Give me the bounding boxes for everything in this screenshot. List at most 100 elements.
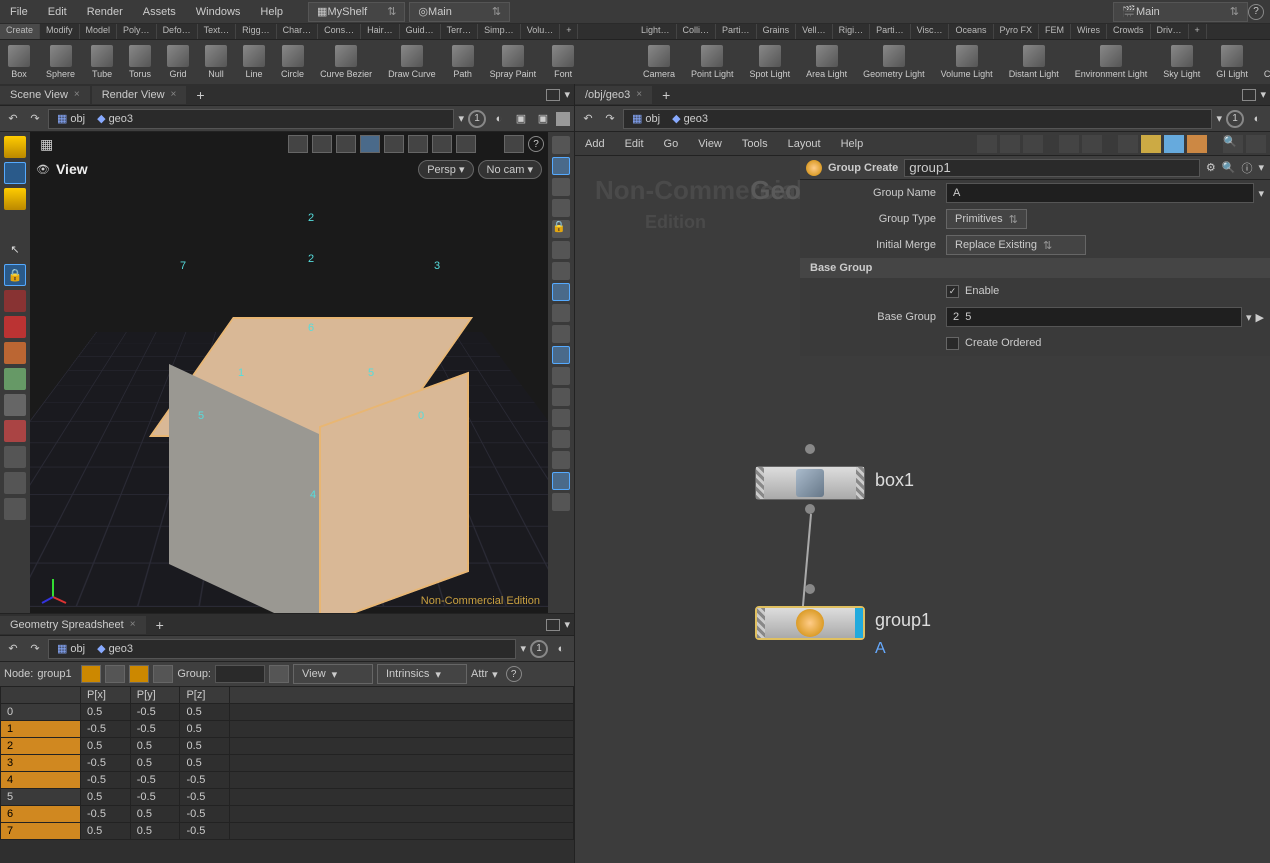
shelf-tool-torus[interactable]: Torus [121, 40, 159, 84]
axis-gizmo[interactable] [38, 575, 68, 605]
nm-btn-3[interactable] [1023, 135, 1043, 153]
shelf-tab[interactable]: Simp… [478, 24, 521, 39]
shelf-tab[interactable]: Poly… [117, 24, 157, 39]
close-icon[interactable]: × [74, 89, 80, 100]
vpr-4[interactable] [552, 199, 570, 217]
lock-tool[interactable]: 🔒 [4, 264, 26, 286]
ss-detail-mode[interactable] [153, 665, 173, 683]
vpr-17[interactable] [552, 493, 570, 511]
shelf-tab[interactable]: Wires [1071, 24, 1107, 39]
shelf-tab[interactable]: Modify [40, 24, 80, 39]
viewport-canvas[interactable]: ▦ ? 👁 View [30, 132, 548, 613]
group-name-input[interactable] [946, 183, 1254, 203]
shelf-tool-area-light[interactable]: Area Light [798, 40, 855, 84]
node-output[interactable] [805, 504, 815, 514]
select-tool[interactable] [4, 136, 26, 158]
tab-scene-view[interactable]: Scene View × [0, 86, 90, 104]
point-snap-tool[interactable] [4, 472, 26, 494]
row-index[interactable]: 5 [1, 789, 81, 806]
chevron-down-icon[interactable]: ▾ [1260, 88, 1266, 101]
group-type-select[interactable]: Primitives⇅ [946, 209, 1027, 229]
nav-back-icon[interactable]: ↶ [4, 110, 22, 128]
vpr-6[interactable] [552, 262, 570, 280]
cube2-icon[interactable]: ▣ [534, 110, 552, 128]
vpr-11[interactable] [552, 367, 570, 385]
multi-snap-tool[interactable] [4, 498, 26, 520]
row-index[interactable]: 6 [1, 806, 81, 823]
ss-col-header[interactable] [1, 687, 81, 704]
shelf-tool-caustic-light[interactable]: Caustic Light [1256, 40, 1270, 84]
nm-btn-1[interactable] [977, 135, 997, 153]
help-icon[interactable]: ? [1248, 4, 1264, 20]
ss-table[interactable]: P[x]P[y]P[z]00.5-0.50.51-0.5-0.50.520.50… [0, 686, 574, 863]
camera-select-dropdown[interactable]: No cam ▾ [478, 160, 542, 179]
row-index[interactable]: 3 [1, 755, 81, 772]
cube-icon[interactable]: ▣ [512, 110, 530, 128]
shelf-selector-main2[interactable]: 🎬 Main ⇅ [1113, 2, 1248, 22]
shelf-tab[interactable]: Colli… [677, 24, 717, 39]
node-input[interactable] [805, 584, 815, 594]
nm-go[interactable]: Go [654, 134, 689, 154]
shelf-tab[interactable]: + [560, 24, 578, 39]
help-icon[interactable]: ? [528, 136, 544, 152]
handle-tool[interactable] [4, 290, 26, 312]
shelf-tab[interactable]: Parti… [716, 24, 757, 39]
chevron-down-icon[interactable]: ▾ [1258, 187, 1264, 200]
node-group1[interactable]: group1 A [755, 606, 865, 640]
nm-tools[interactable]: Tools [732, 134, 778, 154]
ss-vert-mode[interactable] [105, 665, 125, 683]
nm-add[interactable]: Add [575, 134, 615, 154]
row-index[interactable]: 7 [1, 823, 81, 840]
vpr-3[interactable] [552, 178, 570, 196]
initial-merge-select[interactable]: Replace Existing⇅ [946, 235, 1086, 255]
chevron-down-icon[interactable]: ▾ [1216, 112, 1222, 125]
menu-help[interactable]: Help [250, 2, 293, 22]
shelf-tool-draw-curve[interactable]: Draw Curve [380, 40, 444, 84]
table-row[interactable]: 4-0.5-0.5-0.5 [1, 772, 574, 789]
nav-fwd-icon[interactable]: ↷ [26, 640, 44, 658]
shelf-tab[interactable]: Crowds [1107, 24, 1151, 39]
shelf-tool-environment-light[interactable]: Environment Light [1067, 40, 1156, 84]
snap-tool[interactable] [4, 394, 26, 416]
shelf-tab[interactable]: Driv… [1151, 24, 1189, 39]
vpr-2[interactable] [552, 157, 570, 175]
shelf-tab[interactable]: Rigi… [833, 24, 871, 39]
vpr-14[interactable] [552, 430, 570, 448]
shelf-tool-camera[interactable]: Camera [635, 40, 683, 84]
vpr-1[interactable] [552, 136, 570, 154]
circle-icon[interactable]: ◐ [490, 110, 508, 128]
row-index[interactable]: 1 [1, 721, 81, 738]
table-row[interactable]: 50.5-0.5-0.5 [1, 789, 574, 806]
nm-edit[interactable]: Edit [615, 134, 654, 154]
nm-btn-8[interactable] [1164, 135, 1184, 153]
arrow-right-icon[interactable]: ▶ [1256, 311, 1264, 324]
table-row[interactable]: 6-0.50.5-0.5 [1, 806, 574, 823]
shelf-tab[interactable]: Pyro FX [994, 24, 1040, 39]
shelf-tool-geometry-light[interactable]: Geometry Light [855, 40, 933, 84]
row-index[interactable]: 0 [1, 704, 81, 721]
lasso-tool[interactable] [4, 188, 26, 210]
menu-edit[interactable]: Edit [38, 2, 77, 22]
vp-btn-8[interactable] [456, 135, 476, 153]
ordered-checkbox[interactable] [946, 337, 959, 350]
nm-btn-5[interactable] [1082, 135, 1102, 153]
nm-view[interactable]: View [688, 134, 732, 154]
vpr-9[interactable] [552, 325, 570, 343]
nm-btn-6[interactable] [1118, 135, 1138, 153]
ss-col-header[interactable]: P[y] [130, 687, 180, 704]
nm-btn-2[interactable] [1000, 135, 1020, 153]
vpr-16[interactable] [552, 472, 570, 490]
shelf-tool-curve-bezier[interactable]: Curve Bezier [312, 40, 380, 84]
nav-back-icon[interactable]: ↶ [4, 640, 22, 658]
menu-render[interactable]: Render [77, 2, 133, 22]
pointer-tool[interactable]: ↖ [4, 238, 26, 260]
base-group-input[interactable] [946, 307, 1242, 327]
shelf-tool-spot-light[interactable]: Spot Light [742, 40, 799, 84]
table-row[interactable]: 70.50.5-0.5 [1, 823, 574, 840]
vp-btn-2[interactable] [312, 135, 332, 153]
shelf-tool-spray-paint[interactable]: Spray Paint [482, 40, 545, 84]
chevron-down-icon[interactable]: ▾ [564, 88, 570, 101]
row-index[interactable]: 2 [1, 738, 81, 755]
shelf-tool-path[interactable]: Path [444, 40, 482, 84]
shelf-tab[interactable]: Create [0, 24, 40, 39]
